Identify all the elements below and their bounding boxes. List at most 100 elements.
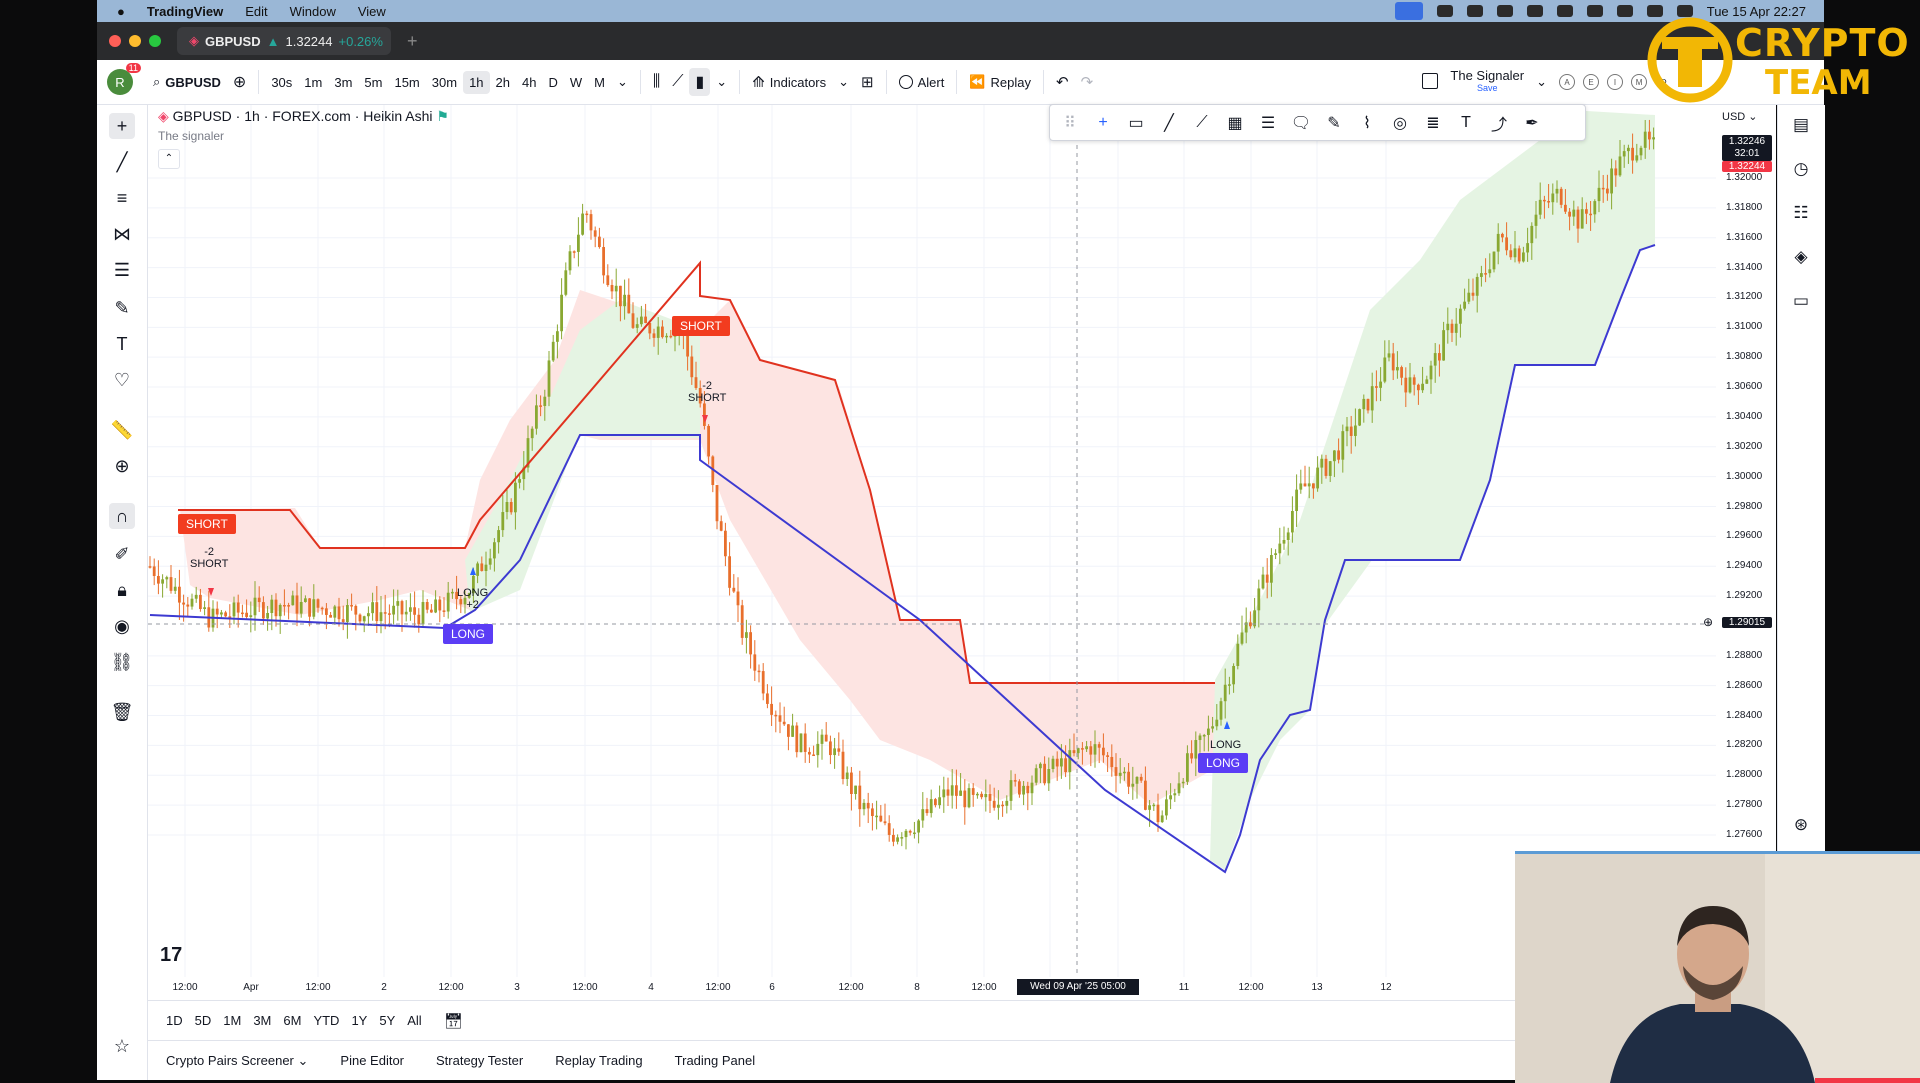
text-tool-icon[interactable]: T (1454, 114, 1478, 132)
zoom-window-button[interactable] (149, 35, 161, 47)
interval-5m[interactable]: 5m (358, 75, 388, 90)
range-6m[interactable]: 6M (283, 1013, 301, 1028)
data-window-icon[interactable]: ☷ (1789, 201, 1813, 225)
highlighter-icon[interactable]: ✎ (1322, 113, 1346, 133)
path-icon[interactable]: ⌇ (1355, 113, 1379, 133)
range-all[interactable]: All (407, 1013, 421, 1028)
moon-icon[interactable] (1526, 5, 1543, 17)
line-style-icon[interactable]: ⟋ (666, 73, 689, 91)
legend-indicator[interactable]: The signaler (158, 129, 224, 143)
trend-line-icon[interactable]: ╱ (109, 149, 135, 175)
curve-icon[interactable]: ⤴ (1487, 111, 1511, 135)
circle-icon[interactable]: ◎ (1388, 113, 1412, 133)
interval-1h[interactable]: 1h (463, 70, 490, 94)
lock-icon[interactable]: 🔒︎ (109, 577, 135, 603)
callout-icon[interactable]: 🗨︎ (1289, 113, 1313, 133)
legend-collapse-icon[interactable]: ⌃ (158, 149, 180, 169)
tab-pine-editor[interactable]: Pine Editor (340, 1053, 404, 1068)
interval-1m[interactable]: 1m (298, 75, 328, 90)
layout-checkbox-icon[interactable] (1416, 72, 1444, 92)
tab-trading-panel[interactable]: Trading Panel (675, 1053, 755, 1068)
interval-dropdown-chevron-icon[interactable]: ⌄ (611, 74, 634, 90)
parallel-channel-icon[interactable]: ▦ (1223, 113, 1247, 133)
interval-30m[interactable]: 30m (426, 75, 463, 90)
rectangle-icon[interactable]: ▭ (1124, 113, 1148, 133)
alert-button[interactable]: Alert (893, 75, 951, 90)
zoom-in-icon[interactable]: ⊕ (109, 453, 135, 479)
help-compass-icon[interactable]: ⊛ (1789, 813, 1813, 837)
redo-icon[interactable]: ↷ (1075, 73, 1100, 91)
brush-icon[interactable]: ✎ (109, 295, 135, 321)
pattern-icon[interactable]: ⋈ (109, 221, 135, 247)
crosshair-icon[interactable]: + (109, 113, 135, 139)
regression-icon[interactable]: ☰ (1256, 113, 1280, 133)
range-5y[interactable]: 5Y (379, 1013, 395, 1028)
go-to-date-calendar-icon[interactable]: 📅︎ (444, 1012, 463, 1030)
link-icon[interactable]: ⛓ (109, 649, 135, 675)
indicators-button[interactable]: ⟰ Indicators (746, 73, 832, 91)
range-3m[interactable]: 3M (253, 1013, 271, 1028)
interval-3m[interactable]: 3m (328, 75, 358, 90)
cloud-icon[interactable] (1466, 5, 1483, 17)
favorites-star-icon[interactable]: ☆ (109, 1033, 135, 1059)
flag-i[interactable]: I (1607, 74, 1624, 90)
line-icon[interactable]: ╱ (1157, 113, 1181, 133)
interval-w[interactable]: W (564, 75, 588, 90)
heart-icon[interactable]: ♡ (109, 367, 135, 393)
avatar[interactable]: R 11 (107, 63, 141, 95)
ruler-icon[interactable]: 📏 (109, 417, 135, 443)
stay-in-drawing-icon[interactable]: ✐ (109, 541, 135, 567)
replay-button[interactable]: ⏪ Replay (963, 74, 1037, 90)
grammarly-icon[interactable] (1436, 5, 1453, 17)
battery-icon[interactable] (1586, 5, 1603, 17)
range-5d[interactable]: 5D (195, 1013, 212, 1028)
bluetooth-icon[interactable] (1556, 5, 1573, 17)
indicators-chevron-icon[interactable]: ⌄ (832, 74, 855, 90)
menu-view[interactable]: View (358, 4, 386, 19)
trash-icon[interactable]: 🗑︎ (109, 699, 135, 725)
watchlist-icon[interactable]: ▤ (1789, 113, 1813, 137)
range-1m[interactable]: 1M (223, 1013, 241, 1028)
fib-icon[interactable]: ☰ (109, 257, 135, 283)
text-icon[interactable]: T (109, 331, 135, 357)
symbol-search-button[interactable]: ⌕ GBPUSD (147, 74, 227, 90)
interval-d[interactable]: D (542, 75, 563, 90)
heikin-ashi-style-icon[interactable]: ▮ (689, 68, 711, 96)
eye-icon[interactable]: ◉ (109, 613, 135, 639)
interval-m[interactable]: M (588, 75, 611, 90)
currency-selector[interactable]: USD ⌄ (1722, 110, 1758, 123)
add-alert-plus-icon[interactable]: ⊕ (1703, 615, 1713, 629)
new-tab-icon[interactable]: + (407, 31, 418, 52)
list-icon[interactable]: ≣ (1421, 113, 1445, 133)
bar-style-icon[interactable]: ⫼ (647, 73, 666, 91)
range-1y[interactable]: 1Y (351, 1013, 367, 1028)
minimize-window-button[interactable] (129, 35, 141, 47)
flag-e[interactable]: E (1583, 74, 1600, 90)
interval-2h[interactable]: 2h (490, 75, 516, 90)
interval-30s[interactable]: 30s (265, 75, 298, 90)
interval-4h[interactable]: 4h (516, 75, 542, 90)
tab-crypto-pairs-screener[interactable]: Crypto Pairs Screener ⌄ (166, 1053, 308, 1069)
tab-replay-trading[interactable]: Replay Trading (555, 1053, 642, 1068)
menu-window[interactable]: Window (290, 4, 336, 19)
compare-symbol-icon[interactable]: ⊕ (227, 72, 252, 92)
undo-icon[interactable]: ↶ (1050, 73, 1075, 91)
pen-icon[interactable]: ✒ (1520, 113, 1544, 133)
layout-name-button[interactable]: The Signaler Save (1444, 69, 1530, 95)
layouts-grid-icon[interactable]: ⊞ (855, 73, 880, 91)
range-1d[interactable]: 1D (166, 1013, 183, 1028)
layout-chevron-icon[interactable]: ⌄ (1530, 74, 1553, 90)
drag-handle-icon[interactable]: ⠿ (1058, 113, 1082, 133)
apple-icon[interactable]: ● (117, 4, 125, 19)
interval-15m[interactable]: 15m (388, 75, 425, 90)
chat-icon[interactable]: ▭ (1789, 289, 1813, 313)
range-ytd[interactable]: YTD (313, 1013, 339, 1028)
volume-icon[interactable] (1496, 5, 1513, 17)
chart-type-chevron-icon[interactable]: ⌄ (710, 74, 733, 90)
flag-a[interactable]: A (1559, 74, 1576, 90)
chart-legend[interactable]: ◈ GBPUSD · 1h · FOREX.com · Heikin Ashi … (158, 108, 449, 169)
app-menu[interactable]: TradingView (147, 4, 223, 19)
chart-tab[interactable]: ◈ GBPUSD ▲ 1.32244 +0.26% (177, 27, 391, 55)
horizontal-lines-icon[interactable]: ≡ (109, 185, 135, 211)
cross-cursor-icon[interactable]: + (1091, 114, 1115, 132)
